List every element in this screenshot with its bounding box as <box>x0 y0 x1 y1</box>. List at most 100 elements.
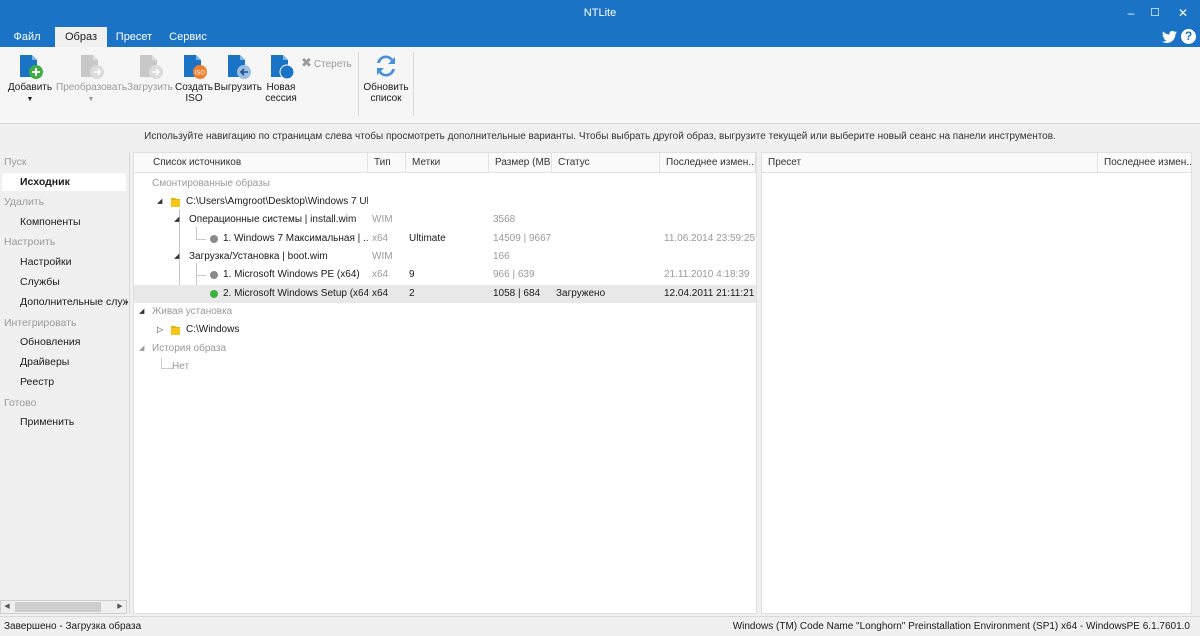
tab-preset[interactable]: Пресет <box>110 27 158 47</box>
edition-size: 966 | 639 <box>493 269 535 280</box>
edition-tags: 2 <box>409 288 415 299</box>
nav-horizontal-scrollbar[interactable]: ◀ ▶ <box>0 600 127 614</box>
load-button[interactable]: Загрузить <box>127 52 173 93</box>
nav-group-remove: Удалить <box>4 196 45 208</box>
tab-image[interactable]: Образ <box>55 27 107 47</box>
boot-group-size: 166 <box>493 251 510 262</box>
column-size[interactable]: Размер (MB) <box>489 153 552 173</box>
status-dot-icon <box>210 235 218 243</box>
create-iso-button[interactable]: ISO Создать ISO <box>174 52 214 104</box>
edition-modified: 11.06.2014 23:59:25 <box>664 233 756 244</box>
column-status[interactable]: Статус <box>552 153 660 173</box>
expand-triangle-icon[interactable]: ◢ <box>174 248 179 266</box>
folder-icon <box>171 326 180 335</box>
group-mounted-images[interactable]: Смонтированные образы <box>134 175 756 193</box>
scrollbar-thumb[interactable] <box>15 602 101 612</box>
expand-triangle-icon[interactable]: ◢ <box>139 303 144 321</box>
left-navigation: Пуск Исходник Удалить Компоненты Настрои… <box>0 152 130 614</box>
collapsed-triangle-icon[interactable]: ▷ <box>157 321 163 339</box>
column-preset[interactable]: Пресет <box>762 153 1098 173</box>
maximize-icon[interactable]: ☐ <box>1142 3 1168 23</box>
iso-icon: ISO <box>184 55 207 79</box>
nav-item-updates[interactable]: Обновления <box>20 336 128 348</box>
unload-button[interactable]: Выгрузить <box>214 52 262 93</box>
nav-item-extra-services[interactable]: Дополнительные службы <box>20 296 128 308</box>
new-session-button[interactable]: Новая сессия <box>262 52 300 104</box>
os-group-size: 3568 <box>493 214 516 225</box>
load-button-label: Загрузить <box>127 82 173 93</box>
expand-triangle-icon[interactable]: ◢ <box>174 211 179 229</box>
tree-row-boot-group[interactable]: ◢ Загрузка/Установка | boot.wim WIM 166 <box>134 248 756 266</box>
preset-grid-header: Пресет Последнее измен... <box>762 153 1191 173</box>
preset-panel: Пресет Последнее измен... <box>761 152 1192 614</box>
edition-tags: Ultimate <box>409 233 446 244</box>
nav-item-apply[interactable]: Применить <box>20 416 128 428</box>
nav-item-source[interactable]: Исходник <box>2 173 126 191</box>
status-bar: Завершено - Загрузка образа Windows (TM)… <box>0 616 1200 636</box>
image-path: C:\Users\Amgroot\Desktop\Windows 7 Ult..… <box>186 196 368 207</box>
scroll-right-icon[interactable]: ▶ <box>114 601 126 613</box>
convert-button[interactable]: Преобразовать ▼ <box>56 52 127 105</box>
group-label: История образа <box>152 343 227 354</box>
help-icon[interactable]: ? <box>1181 29 1196 44</box>
info-message: Используйте навигацию по страницам слева… <box>144 131 1056 142</box>
unload-button-label: Выгрузить <box>214 82 262 93</box>
edition-type: x64 <box>372 233 389 244</box>
tree-row-image-path[interactable]: ◢ C:\Users\Amgroot\Desktop\Windows 7 Ult… <box>134 193 756 211</box>
source-list-grid: Список источников Тип Метки Размер (MB) … <box>133 152 757 614</box>
group-live-install[interactable]: ◢ Живая установка <box>134 303 756 321</box>
history-none-label: Нет <box>172 361 190 372</box>
tab-service[interactable]: Сервис <box>164 27 212 47</box>
scroll-left-icon[interactable]: ◀ <box>1 601 13 613</box>
add-image-icon <box>20 55 43 79</box>
nav-item-drivers[interactable]: Драйверы <box>20 356 128 368</box>
nav-item-components[interactable]: Компоненты <box>20 216 128 228</box>
table-row[interactable]: 1. Windows 7 Максимальная | ... x64 Ulti… <box>134 230 756 248</box>
refresh-list-label: Обновить список <box>363 82 409 104</box>
group-label: Смонтированные образы <box>152 178 270 189</box>
refresh-list-button[interactable]: Обновить список <box>362 52 410 104</box>
column-tags[interactable]: Метки <box>406 153 489 173</box>
convert-button-label: Преобразовать <box>56 82 127 93</box>
edition-name: 1. Microsoft Windows PE (x64) <box>223 269 360 280</box>
column-source-list[interactable]: Список источников <box>134 153 368 173</box>
table-row-selected[interactable]: 2. Microsoft Windows Setup (x64) x64 2 1… <box>134 285 756 303</box>
chevron-down-icon: ▼ <box>87 96 95 103</box>
nav-item-services[interactable]: Службы <box>20 276 128 288</box>
group-image-history[interactable]: ◢ История образа <box>134 340 756 358</box>
status-message: Завершено - Загрузка образа <box>4 621 142 632</box>
twitter-icon[interactable] <box>1162 30 1177 44</box>
nav-group-start: Пуск <box>4 156 27 168</box>
window-title: NTLite <box>583 7 617 19</box>
expand-triangle-icon[interactable]: ◢ <box>157 193 162 211</box>
nav-item-registry[interactable]: Реестр <box>20 376 128 388</box>
nav-group-integrate: Интегрировать <box>4 317 77 329</box>
table-row[interactable]: 1. Microsoft Windows PE (x64) x64 9 966 … <box>134 266 756 284</box>
os-group-name: Операционные системы | install.wim <box>189 214 357 225</box>
minimize-icon[interactable]: – <box>1118 3 1144 23</box>
column-type[interactable]: Тип <box>368 153 406 173</box>
erase-label: Стереть <box>313 59 352 70</box>
tree-row-os-group[interactable]: ◢ Операционные системы | install.wim WIM… <box>134 211 756 229</box>
edition-size: 14509 | 9667 <box>493 233 552 244</box>
nav-item-settings[interactable]: Настройки <box>20 256 128 268</box>
svg-text:ISO: ISO <box>195 70 206 77</box>
close-icon: ✖ <box>301 55 312 70</box>
column-last-modified[interactable]: Последнее измен... <box>660 153 756 173</box>
tree-row-history-none: Нет <box>134 358 756 376</box>
column-preset-modified[interactable]: Последнее измен... <box>1098 153 1191 173</box>
boot-group-type: WIM <box>372 251 393 262</box>
edition-modified: 21.11.2010 4:18:39 <box>664 269 750 280</box>
load-icon <box>140 55 163 79</box>
close-icon[interactable]: ✕ <box>1170 3 1196 23</box>
new-session-label: Новая сессия <box>265 82 297 104</box>
edition-size: 1058 | 684 <box>493 288 541 299</box>
loaded-status-dot-icon <box>210 290 218 298</box>
tree-row-live-path[interactable]: ▷ C:\Windows <box>134 321 756 339</box>
add-button[interactable]: Добавить ▼ <box>6 52 54 105</box>
convert-icon <box>81 55 104 79</box>
expand-triangle-icon[interactable]: ◢ <box>139 340 144 358</box>
erase-button[interactable]: ✖ Стереть <box>301 55 352 71</box>
tab-file[interactable]: Файл <box>6 27 48 47</box>
image-info: Windows (TM) Code Name "Longhorn" Preins… <box>732 621 1190 632</box>
